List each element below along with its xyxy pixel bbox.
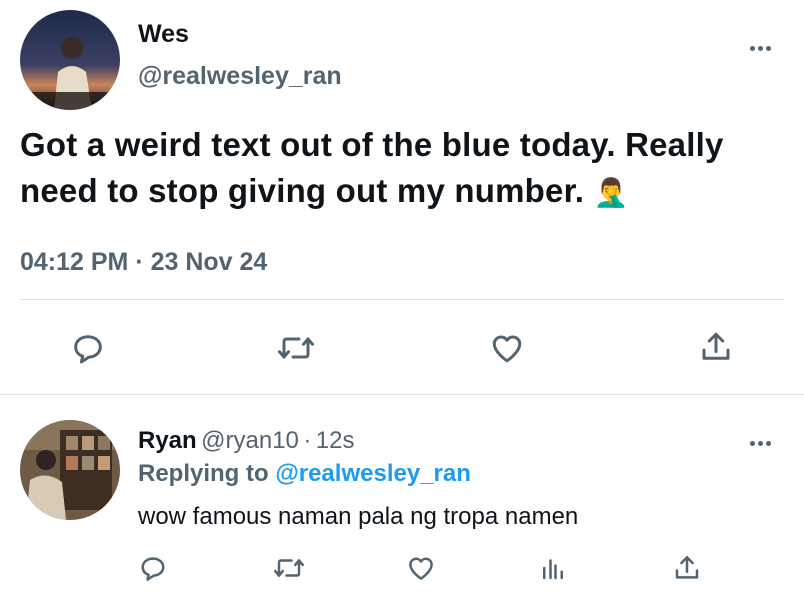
replying-to-prefix: Replying to — [138, 460, 269, 487]
facepalm-emoji-icon: 🤦‍♂️ — [593, 177, 629, 208]
reply-author-handle[interactable]: @ryan10 — [201, 427, 299, 454]
share-icon[interactable] — [698, 328, 734, 366]
reply-icon[interactable] — [70, 330, 106, 366]
reply-more-options-icon[interactable] — [748, 433, 772, 451]
retweet-icon[interactable] — [276, 330, 316, 366]
tweet-timestamp[interactable]: 04:12 PM · 23 Nov 24 — [20, 248, 267, 277]
reply-time[interactable]: 12s — [316, 427, 355, 454]
divider — [0, 394, 804, 395]
reply-like-icon[interactable] — [405, 553, 437, 583]
reply-views-icon[interactable] — [538, 553, 568, 583]
reply-author-name[interactable]: Ryan — [138, 427, 197, 454]
author-name[interactable]: Wes — [138, 20, 189, 49]
reply-reply-icon[interactable] — [138, 553, 168, 583]
like-icon[interactable] — [488, 330, 526, 366]
replying-to-mention[interactable]: @realwesley_ran — [275, 460, 471, 487]
tweet-text: Got a weird text out of the blue today. … — [20, 122, 800, 216]
author-handle[interactable]: @realwesley_ran — [138, 62, 342, 91]
reply-share-icon[interactable] — [672, 552, 702, 584]
replying-to-line: Replying to @realwesley_ran — [138, 460, 471, 488]
divider — [20, 299, 784, 300]
reply-author-avatar[interactable] — [20, 420, 120, 520]
more-options-icon[interactable] — [748, 38, 772, 56]
author-avatar[interactable] — [20, 10, 120, 110]
reply-text: wow famous naman pala ng tropa namen — [138, 503, 579, 530]
reply-header: Ryan @ryan10 · 12s — [138, 427, 355, 455]
reply-retweet-icon[interactable] — [272, 553, 306, 583]
reply-time-separator: · — [303, 427, 312, 454]
